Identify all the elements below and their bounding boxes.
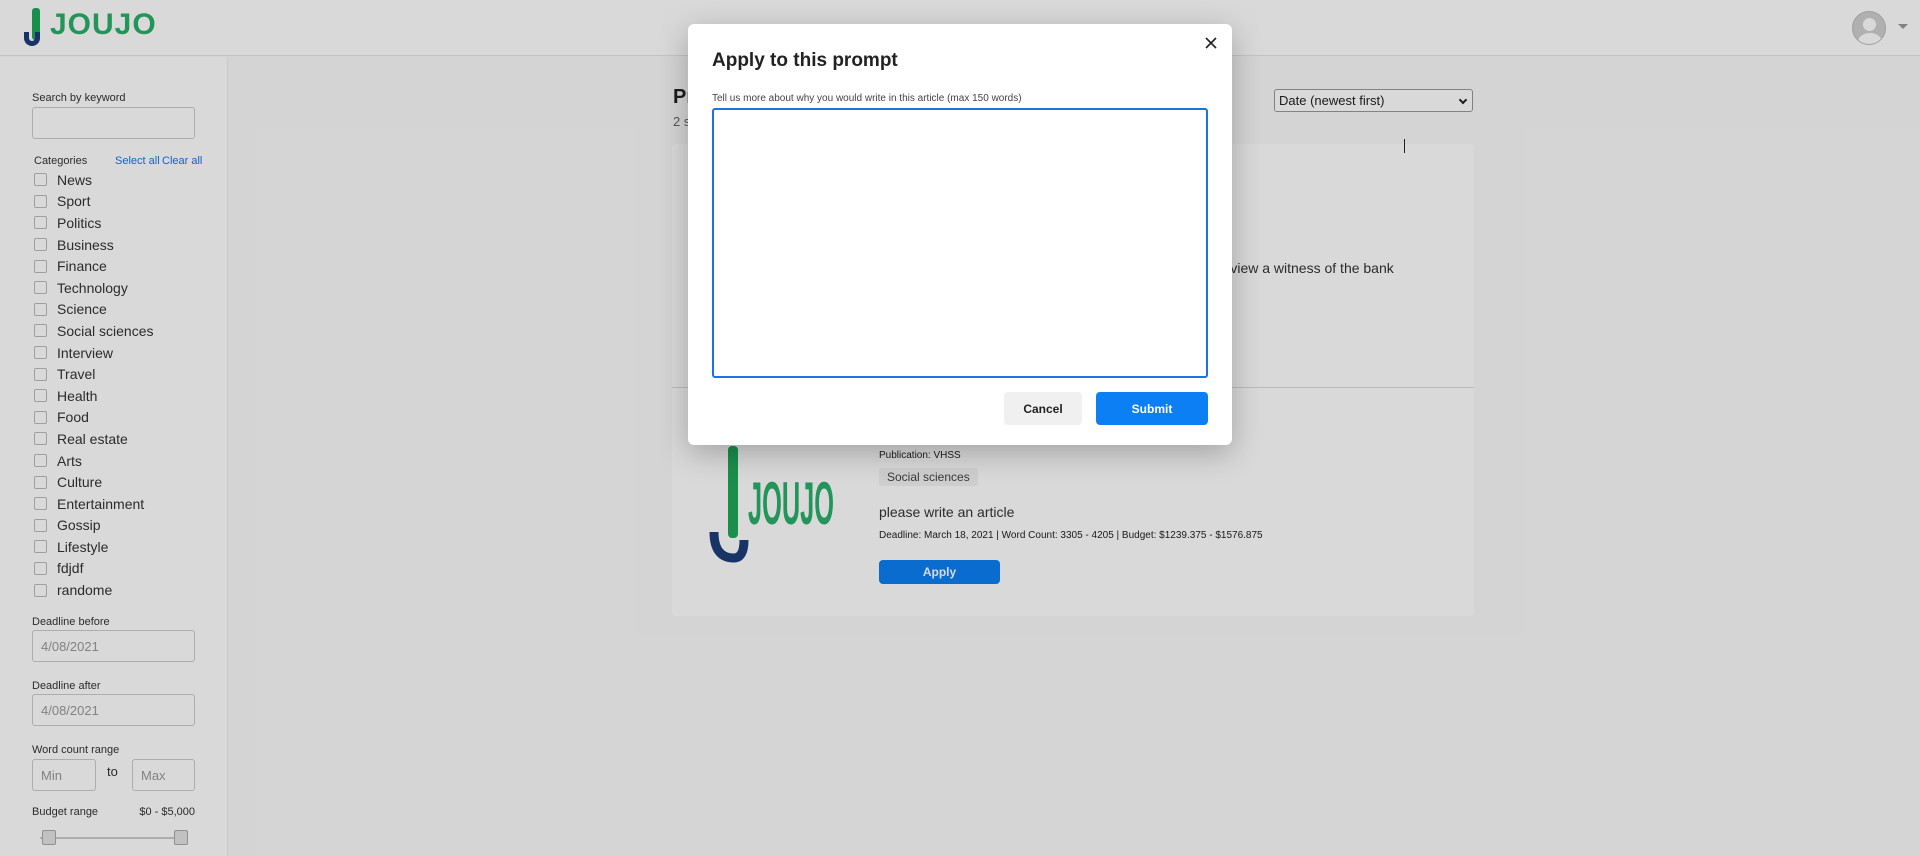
textarea-label: Tell us more about why you would write i… <box>712 93 1022 104</box>
apply-modal: Apply to this prompt Tell us more about … <box>688 24 1405 445</box>
motivation-textarea[interactable] <box>712 108 1208 378</box>
cancel-button[interactable]: Cancel <box>1004 392 1082 425</box>
modal-title: Apply to this prompt <box>712 50 898 71</box>
close-icon[interactable] <box>1200 32 1222 54</box>
submit-button[interactable]: Submit <box>1096 392 1208 425</box>
text-caret <box>1404 139 1405 153</box>
